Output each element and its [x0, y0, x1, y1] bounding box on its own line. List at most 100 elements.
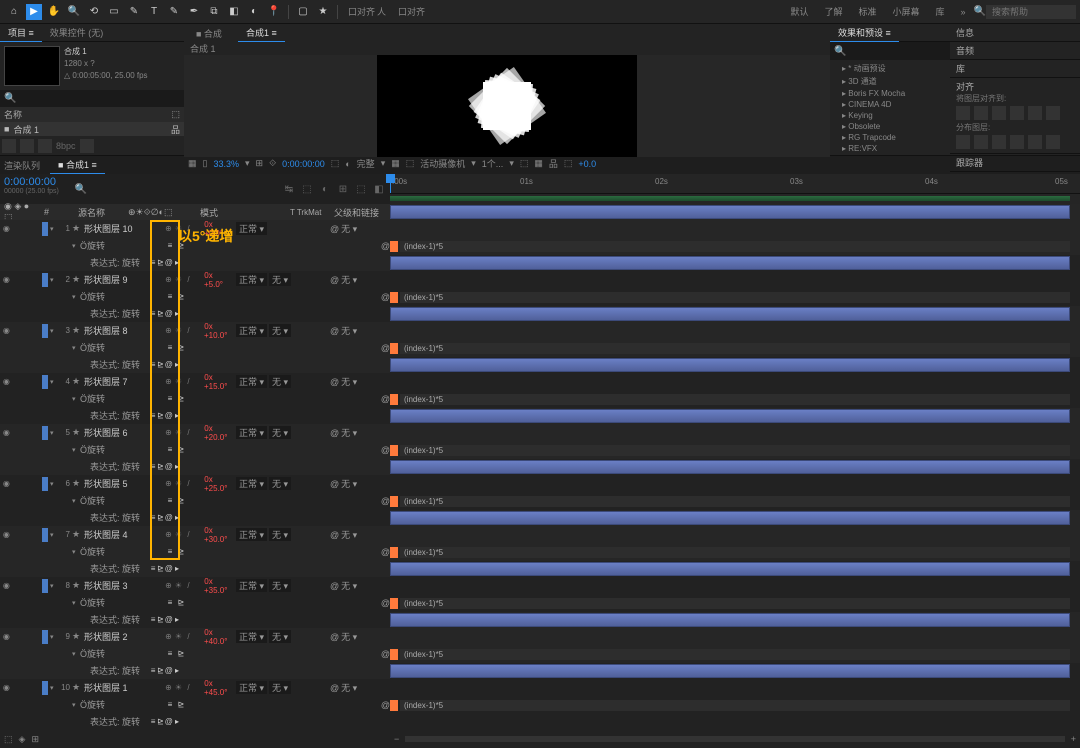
- blend-mode-dropdown[interactable]: 正常 ▾: [236, 681, 267, 694]
- layer-duration-bar[interactable]: [390, 205, 1070, 219]
- timeline-layer-row[interactable]: ◉▾7★形状图层 4⊕☀/0x +30.0°正常 ▾无 ▾@无 ▾: [0, 526, 390, 543]
- expression-text-field[interactable]: (index-1)*5: [400, 241, 1070, 252]
- timeline-expression-row[interactable]: 表达式: 旋转≡⊵@▸: [0, 458, 390, 475]
- expr-toggle-icon[interactable]: ≡: [150, 462, 156, 471]
- layer-twirl-icon[interactable]: ▾: [50, 684, 58, 692]
- parent-dropdown[interactable]: 无 ▾: [341, 528, 357, 541]
- expr-pickwhip-icon[interactable]: @: [165, 717, 173, 726]
- expr-pickwhip-icon[interactable]: @: [165, 564, 173, 573]
- rect-tool[interactable]: ▭: [106, 4, 122, 20]
- preview-panel-title[interactable]: 库: [956, 62, 1074, 75]
- trkmat-dropdown[interactable]: 无 ▾: [269, 630, 291, 643]
- pickwhip-icon[interactable]: @: [330, 428, 339, 438]
- expr-menu-icon[interactable]: ▸: [174, 666, 180, 675]
- expr-lang-icon[interactable]: ⊵: [157, 717, 164, 726]
- timeline-property-row[interactable]: ▾Ö 旋转≡⊵@: [0, 543, 390, 560]
- timeline-property-row[interactable]: ▾Ö 旋转≡⊵@: [0, 441, 390, 458]
- expr-pickwhip-icon[interactable]: @: [165, 309, 173, 318]
- tl-tool-6[interactable]: ◧: [372, 182, 386, 196]
- layer-duration-bar[interactable]: [390, 358, 1070, 372]
- layer-switches[interactable]: ⊕☀/0x +10.0°: [164, 322, 236, 340]
- expr-enable-icon[interactable]: ≡: [165, 649, 175, 658]
- trkmat-dropdown[interactable]: 无 ▾: [269, 273, 291, 286]
- layer-duration-bar[interactable]: [390, 613, 1070, 627]
- expr-menu-icon[interactable]: ▸: [174, 258, 180, 267]
- star-shape-tool[interactable]: ★: [315, 4, 331, 20]
- layer-twirl-icon[interactable]: ▾: [50, 327, 58, 335]
- tl-tool-5[interactable]: ⬚: [354, 182, 368, 196]
- current-time-indicator[interactable]: [390, 174, 391, 193]
- timeline-layer-row[interactable]: ◉▾6★形状图层 5⊕☀/0x +25.0°正常 ▾无 ▾@无 ▾: [0, 475, 390, 492]
- col-parent[interactable]: 父级和链接: [330, 206, 390, 219]
- expr-toggle-icon[interactable]: ≡: [150, 360, 156, 369]
- expr-menu-icon[interactable]: ▸: [174, 615, 180, 624]
- prop-twirl-icon[interactable]: ▾: [72, 497, 80, 505]
- timeline-ruler[interactable]: :00s 01s 02s 03s 04s 05s: [390, 174, 1080, 194]
- expr-menu-icon[interactable]: ▸: [174, 564, 180, 573]
- workspace-lib[interactable]: 库: [936, 5, 945, 18]
- pickwhip-icon[interactable]: @: [330, 683, 339, 693]
- blend-mode-dropdown[interactable]: 正常 ▾: [236, 579, 267, 592]
- blend-mode-dropdown[interactable]: 正常 ▾: [236, 426, 267, 439]
- timeline-work-area[interactable]: [390, 194, 1080, 204]
- blend-mode-dropdown[interactable]: 正常 ▾: [236, 630, 267, 643]
- timeline-expression-row[interactable]: 表达式: 旋转≡⊵@▸: [0, 713, 390, 730]
- dist-1-btn[interactable]: [956, 135, 970, 149]
- layer-switches[interactable]: ⊕☀/0x +40.0°: [164, 628, 236, 646]
- expr-graph-icon[interactable]: ⊵: [176, 292, 186, 301]
- expression-text-field[interactable]: (index-1)*5: [400, 394, 1070, 405]
- pickwhip-icon[interactable]: @: [381, 649, 390, 659]
- layer-color-label[interactable]: [42, 528, 48, 542]
- effects-category-item[interactable]: ▸ Synthetic: [834, 154, 946, 155]
- selection-tool[interactable]: ▶: [26, 4, 42, 20]
- layer-switches[interactable]: ⊕☀/0x +25.0°: [164, 475, 236, 493]
- expr-menu-icon[interactable]: ▸: [174, 360, 180, 369]
- parent-dropdown[interactable]: 无 ▾: [341, 324, 357, 337]
- expr-pickwhip-icon[interactable]: @: [165, 360, 173, 369]
- expr-pickwhip-icon[interactable]: @: [165, 258, 173, 267]
- expression-text-field[interactable]: (index-1)*5: [400, 496, 1070, 507]
- pickwhip-icon[interactable]: @: [330, 275, 339, 285]
- comp-timecode[interactable]: 0:00:00:00: [282, 159, 325, 169]
- eraser-tool[interactable]: ◧: [226, 4, 242, 20]
- expr-graph-icon[interactable]: ⊵: [176, 547, 186, 556]
- visibility-toggle[interactable]: ◉: [2, 479, 11, 489]
- workspace-small[interactable]: 小屏幕: [893, 5, 920, 18]
- prop-twirl-icon[interactable]: ▾: [72, 548, 80, 556]
- expr-toggle-icon[interactable]: ≡: [150, 717, 156, 726]
- layer-duration-bar[interactable]: [390, 664, 1070, 678]
- layer-switches[interactable]: ⊕☀/0x +5.0°: [164, 271, 236, 289]
- visibility-toggle[interactable]: ◉: [2, 326, 11, 336]
- expr-lang-icon[interactable]: ⊵: [157, 411, 164, 420]
- expr-menu-icon[interactable]: ▸: [174, 462, 180, 471]
- composition-viewer[interactable]: [184, 55, 830, 157]
- pickwhip-icon[interactable]: @: [381, 343, 390, 353]
- align-panel-title[interactable]: 对齐: [956, 80, 1074, 93]
- layer-name[interactable]: 形状图层 10: [82, 222, 164, 235]
- layer-color-label[interactable]: [42, 426, 48, 440]
- layer-twirl-icon[interactable]: ▾: [50, 480, 58, 488]
- prop-twirl-icon[interactable]: ▾: [72, 599, 80, 607]
- project-footer-btn3[interactable]: [38, 139, 52, 153]
- prop-twirl-icon[interactable]: ▾: [72, 650, 80, 658]
- trkmat-dropdown[interactable]: 无 ▾: [269, 426, 291, 439]
- expr-toggle-icon[interactable]: ≡: [150, 513, 156, 522]
- effects-search[interactable]: 🔍: [830, 42, 950, 60]
- effects-category-item[interactable]: ▸ Keying: [834, 110, 946, 121]
- layer-twirl-icon[interactable]: ▾: [50, 429, 58, 437]
- timeline-layer-row[interactable]: ◉▾5★形状图层 6⊕☀/0x +20.0°正常 ▾无 ▾@无 ▾: [0, 424, 390, 441]
- align-center-h-btn[interactable]: [974, 106, 988, 120]
- trkmat-dropdown[interactable]: 无 ▾: [269, 681, 291, 694]
- pickwhip-icon[interactable]: @: [330, 326, 339, 336]
- parent-dropdown[interactable]: 无 ▾: [341, 222, 357, 235]
- expr-lang-icon[interactable]: ⊵: [157, 513, 164, 522]
- expression-tab[interactable]: [390, 649, 398, 660]
- trkmat-dropdown[interactable]: 无 ▾: [269, 528, 291, 541]
- orbit-tool[interactable]: ⟲: [86, 4, 102, 20]
- expr-lang-icon[interactable]: ⊵: [157, 360, 164, 369]
- expr-graph-icon[interactable]: ⊵: [176, 649, 186, 658]
- timeline-layer-row[interactable]: ◉▾3★形状图层 8⊕☀/0x +10.0°正常 ▾无 ▾@无 ▾: [0, 322, 390, 339]
- timeline-layer-row[interactable]: ◉▾4★形状图层 7⊕☀/0x +15.0°正常 ▾无 ▾@无 ▾: [0, 373, 390, 390]
- layer-switches[interactable]: ⊕☀/0x +35.0°: [164, 577, 236, 595]
- tl-tool-4[interactable]: ⊞: [336, 182, 350, 196]
